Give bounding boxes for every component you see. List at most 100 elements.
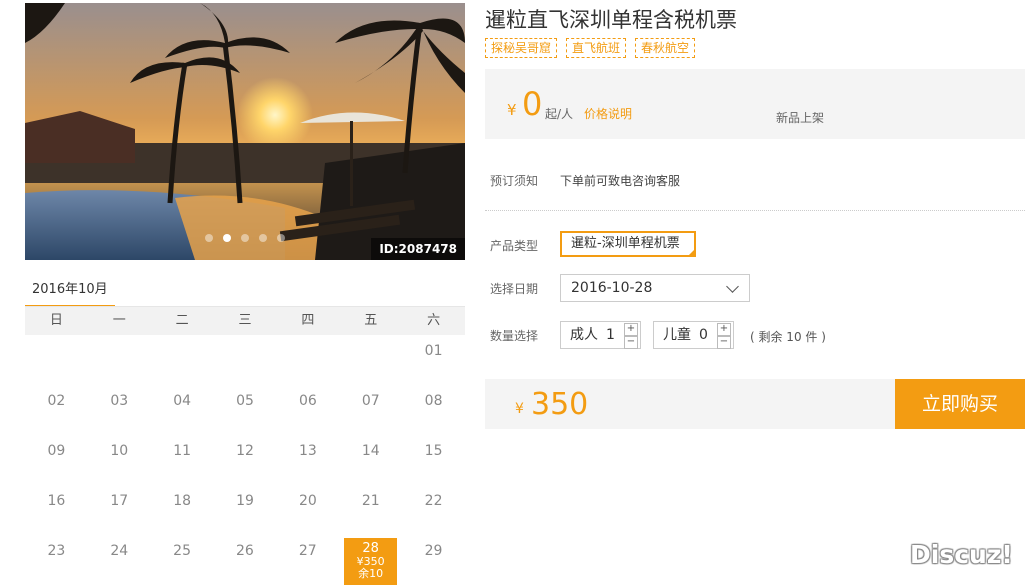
day-number: 22 bbox=[424, 493, 443, 509]
calendar-day: 17 bbox=[88, 485, 151, 535]
watermark: Discuz! bbox=[910, 540, 1013, 569]
calendar-empty-cell bbox=[276, 335, 339, 385]
chevron-down-icon bbox=[726, 280, 739, 293]
calendar-day: 27 bbox=[276, 535, 339, 585]
child-quantity[interactable]: 0 bbox=[699, 322, 708, 348]
buy-now-button[interactable]: 立即购买 bbox=[895, 379, 1025, 429]
calendar-empty-cell bbox=[151, 335, 214, 385]
product-type-option[interactable]: 暹粒-深圳单程机票 bbox=[560, 231, 696, 257]
day-number: 21 bbox=[361, 493, 380, 509]
day-number: 23 bbox=[47, 543, 66, 559]
calendar-day: 11 bbox=[151, 435, 214, 485]
child-label: 儿童 bbox=[663, 327, 691, 343]
day-number: 08 bbox=[424, 393, 443, 409]
product-title: 暹粒直飞深圳单程含税机票 bbox=[485, 8, 737, 32]
weekday-label: 三 bbox=[238, 313, 252, 328]
child-plus-button[interactable]: + bbox=[717, 323, 731, 336]
day-remaining: 余10 bbox=[358, 567, 384, 580]
carousel-dot[interactable] bbox=[241, 234, 249, 242]
price-note-link[interactable]: 价格说明 bbox=[584, 105, 632, 122]
notice-value: 下单前可致电咨询客服 bbox=[560, 174, 681, 188]
day-number: 14 bbox=[361, 443, 380, 459]
child-minus-button[interactable]: − bbox=[717, 336, 731, 349]
calendar-day-available[interactable]: 28 ¥350 余10 bbox=[344, 538, 398, 585]
calendar-day: 05 bbox=[214, 385, 277, 435]
calendar-month-tab[interactable]: 2016年10月 bbox=[25, 280, 115, 308]
day-number: 28 bbox=[362, 541, 379, 556]
calendar-week-row: 09 10 11 12 13 14 15 bbox=[25, 435, 465, 485]
calendar-day: 20 bbox=[276, 485, 339, 535]
product-type-label: 产品类型 bbox=[490, 239, 539, 253]
calendar-day: 07 bbox=[339, 385, 402, 435]
weekday-label: 二 bbox=[175, 313, 189, 328]
calendar-day: 14 bbox=[339, 435, 402, 485]
day-number: 02 bbox=[47, 393, 66, 409]
carousel-dot-active[interactable] bbox=[223, 234, 231, 242]
day-number: 11 bbox=[173, 443, 192, 459]
day-number: 01 bbox=[424, 343, 443, 359]
image-id-label: ID:2087478 bbox=[371, 238, 465, 260]
product-photo[interactable]: ID:2087478 bbox=[25, 3, 465, 260]
adult-quantity-stepper[interactable]: 成人 1 + − bbox=[560, 321, 641, 349]
calendar-weekday-header: 日一二三四五六 bbox=[25, 307, 465, 335]
product-tag: 直飞航班 bbox=[566, 38, 627, 58]
carousel-dot[interactable] bbox=[277, 234, 285, 242]
calendar-day: 13 bbox=[276, 435, 339, 485]
selected-corner-icon bbox=[688, 249, 695, 256]
day-number: 19 bbox=[236, 493, 254, 509]
carousel-dot[interactable] bbox=[259, 234, 267, 242]
weekday-label: 四 bbox=[301, 313, 315, 328]
adult-minus-button[interactable]: − bbox=[624, 336, 638, 349]
weekday-label: 六 bbox=[427, 313, 441, 328]
day-number: 27 bbox=[298, 543, 317, 559]
calendar-day: 21 bbox=[339, 485, 402, 535]
day-number: 09 bbox=[47, 443, 66, 459]
calendar-day: 22 bbox=[402, 485, 465, 535]
adult-quantity[interactable]: 1 bbox=[606, 322, 615, 348]
calendar-day: 24 bbox=[88, 535, 151, 585]
calendar-days-grid: 01 02 03 04 05 06 07 08 09 10 11 12 13 14 15 16 17 18 19 20… bbox=[25, 335, 465, 585]
calendar-day: 04 bbox=[151, 385, 214, 435]
calendar-week-row: 23 24 25 26 27 28 ¥350 余10 29 bbox=[25, 535, 465, 585]
total-price: 350 bbox=[531, 387, 589, 422]
calendar-day: 15 bbox=[402, 435, 465, 485]
carousel-dot[interactable] bbox=[205, 234, 213, 242]
calendar-day: 29 bbox=[402, 535, 465, 585]
weekday-label: 日 bbox=[49, 313, 63, 328]
child-quantity-stepper[interactable]: 儿童 0 + − bbox=[653, 321, 734, 349]
weekday-label: 一 bbox=[112, 313, 126, 328]
product-tags: 探秘吴哥窟 直飞航班 春秋航空 bbox=[485, 38, 696, 58]
starting-price: 0 bbox=[522, 85, 543, 123]
buy-bar: ¥ 350 立即购买 bbox=[485, 379, 1025, 429]
day-number: 05 bbox=[236, 393, 254, 409]
calendar-empty-cell bbox=[339, 335, 402, 385]
calendar-day: 08 bbox=[402, 385, 465, 435]
day-number: 16 bbox=[47, 493, 66, 509]
calendar-week-row: 02 03 04 05 06 07 08 bbox=[25, 385, 465, 435]
date-value: 2016-10-28 bbox=[571, 280, 653, 296]
day-number: 04 bbox=[173, 393, 192, 409]
calendar-day: 23 bbox=[25, 535, 88, 585]
date-select[interactable]: 2016-10-28 bbox=[560, 274, 750, 302]
price-box: ¥ 0 起/人 价格说明 新品上架 bbox=[485, 69, 1025, 139]
day-number: 17 bbox=[110, 493, 129, 509]
calendar-day: 01 bbox=[402, 335, 465, 385]
adult-plus-button[interactable]: + bbox=[624, 323, 638, 336]
status-badge: 新品上架 bbox=[776, 111, 825, 125]
date-label: 选择日期 bbox=[490, 282, 539, 296]
calendar-day: 18 bbox=[151, 485, 214, 535]
calendar-day: 19 bbox=[214, 485, 277, 535]
day-number: 18 bbox=[173, 493, 192, 509]
day-number: 20 bbox=[298, 493, 317, 509]
calendar-day: 16 bbox=[25, 485, 88, 535]
calendar-day: 25 bbox=[151, 535, 214, 585]
calendar-day: 09 bbox=[25, 435, 88, 485]
calendar-day: 12 bbox=[214, 435, 277, 485]
remaining-stock: ( 剩余 10 件 ) bbox=[750, 330, 826, 344]
day-number: 06 bbox=[298, 393, 317, 409]
calendar-empty-cell bbox=[25, 335, 88, 385]
calendar-day: 02 bbox=[25, 385, 88, 435]
sunset-resort-image bbox=[25, 3, 465, 260]
calendar-day: 10 bbox=[88, 435, 151, 485]
day-number: 13 bbox=[298, 443, 317, 459]
